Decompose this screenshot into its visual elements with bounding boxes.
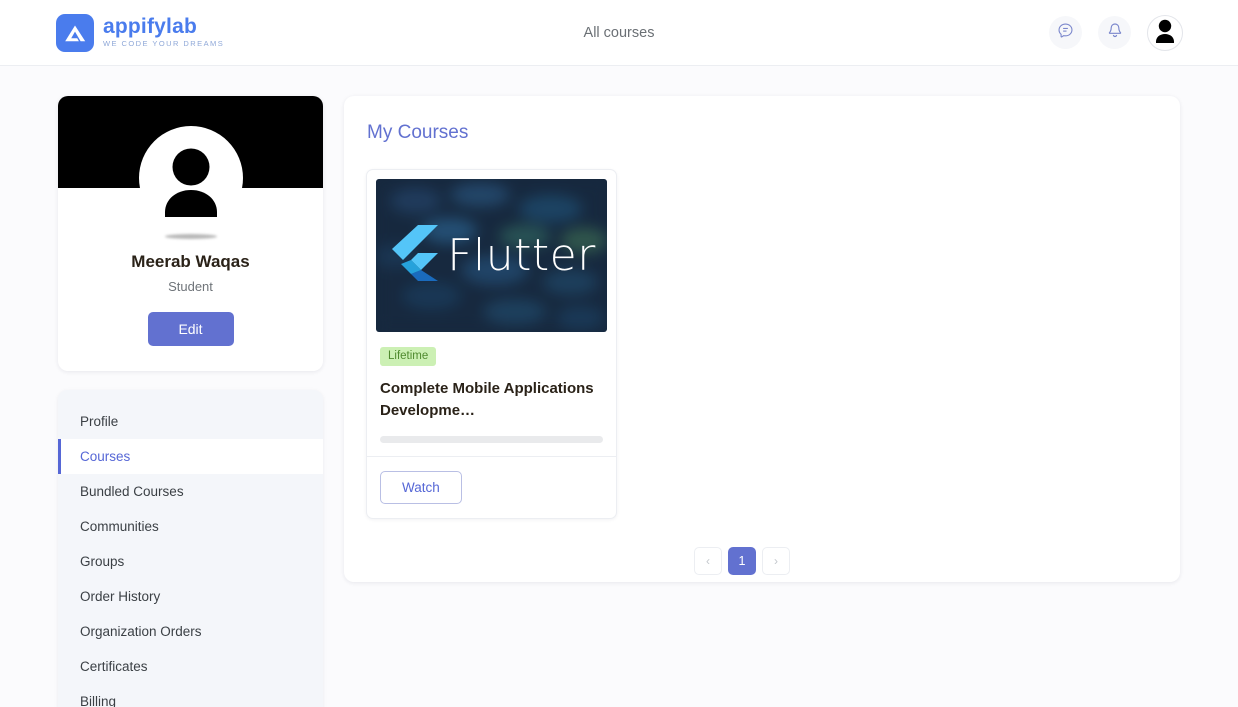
course-footer: Watch xyxy=(367,456,616,518)
course-grid: Flutter Lifetime Complete Mobile Applica… xyxy=(366,169,1152,519)
course-title: Complete Mobile Applications Developme… xyxy=(380,380,594,419)
sidebar-item-billing[interactable]: Billing xyxy=(58,684,323,707)
header-actions xyxy=(1049,14,1183,51)
pagination: ‹ 1 › xyxy=(366,547,1118,575)
sidebar-item-order-history[interactable]: Order History xyxy=(58,579,323,614)
sidebar: Meerab Waqas Student Edit Profile Course… xyxy=(58,96,323,707)
sidebar-item-courses[interactable]: Courses xyxy=(58,439,323,474)
bell-icon xyxy=(1107,22,1123,44)
sidebar-item-groups[interactable]: Groups xyxy=(58,544,323,579)
chat-bubble-icon xyxy=(1057,22,1074,44)
edit-profile-button[interactable]: Edit xyxy=(147,312,234,346)
brand-name: appifylab xyxy=(103,15,197,38)
course-progress-bar xyxy=(380,436,603,443)
appifylab-mountain-logo-icon xyxy=(56,13,94,52)
avatar-shadow xyxy=(164,234,217,239)
brand-tagline: WE CODE YOUR DREAMS xyxy=(103,39,225,48)
sidebar-nav: Profile Courses Bundled Courses Communit… xyxy=(58,390,323,707)
user-avatar-icon xyxy=(1150,17,1180,50)
watch-button[interactable]: Watch xyxy=(380,471,462,504)
messages-button[interactable] xyxy=(1049,16,1082,49)
thumbnail-logo-text: Flutter xyxy=(447,229,596,281)
profile-card: Meerab Waqas Student Edit xyxy=(58,96,323,371)
pagination-next-button[interactable]: › xyxy=(762,547,790,575)
page-body: Meerab Waqas Student Edit Profile Course… xyxy=(0,66,1238,707)
pagination-prev-button[interactable]: ‹ xyxy=(694,547,722,575)
panel-title: My Courses xyxy=(367,122,469,143)
profile-avatar[interactable] xyxy=(58,126,323,230)
course-thumbnail: Flutter xyxy=(376,179,607,332)
profile-role: Student xyxy=(168,279,213,294)
course-card[interactable]: Flutter Lifetime Complete Mobile Applica… xyxy=(366,169,617,519)
app-header: appifylab WE CODE YOUR DREAMS All course… xyxy=(0,0,1238,66)
status-badge: Lifetime xyxy=(380,347,437,366)
sidebar-item-bundled-courses[interactable]: Bundled Courses xyxy=(58,474,323,509)
brand-logo[interactable]: appifylab WE CODE YOUR DREAMS xyxy=(56,13,225,52)
courses-panel: My Courses Flutter Lifetime Complete Mob… xyxy=(344,96,1180,582)
user-avatar-button[interactable] xyxy=(1147,14,1183,51)
sidebar-item-profile[interactable]: Profile xyxy=(58,404,323,439)
course-body: Lifetime Complete Mobile Applications De… xyxy=(367,332,616,456)
profile-name: Meerab Waqas xyxy=(131,252,250,271)
pagination-page-1-button[interactable]: 1 xyxy=(728,547,756,575)
user-avatar-icon xyxy=(147,139,235,230)
notifications-button[interactable] xyxy=(1098,16,1131,49)
flutter-logo-icon xyxy=(387,224,439,287)
sidebar-item-communities[interactable]: Communities xyxy=(58,509,323,544)
sidebar-item-organization-orders[interactable]: Organization Orders xyxy=(58,614,323,649)
sidebar-item-certificates[interactable]: Certificates xyxy=(58,649,323,684)
